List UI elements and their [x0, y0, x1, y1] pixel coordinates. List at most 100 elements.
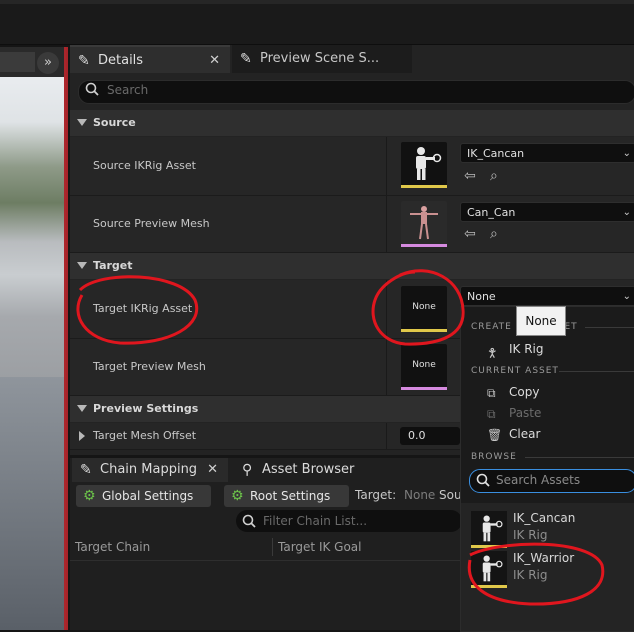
- collapse-triangle-icon[interactable]: [77, 119, 87, 126]
- chevron-down-icon: ⌄: [622, 291, 631, 302]
- close-icon[interactable]: ✕: [209, 47, 220, 75]
- target-ikrig-thumbnail[interactable]: None: [401, 286, 447, 332]
- close-icon[interactable]: ✕: [207, 458, 218, 482]
- asset-item-ik-cancan[interactable]: IK_Cancan IK Rig: [465, 509, 634, 549]
- row-divider: [386, 423, 387, 449]
- ikrig-figure-icon: [471, 511, 507, 548]
- asset-type-bar: [401, 244, 447, 247]
- search-assets-input[interactable]: Search Assets: [469, 469, 634, 493]
- preview-scene-icon: ✎: [240, 51, 252, 67]
- global-settings-button[interactable]: ⚙ Global Settings: [76, 485, 211, 507]
- create-ik-rig-item[interactable]: IK Rig: [509, 342, 544, 356]
- asset-type-bar: [471, 585, 507, 588]
- chevron-down-icon: ⌄: [622, 207, 631, 218]
- source-ikrig-combo[interactable]: IK_Cancan ⌄: [460, 143, 634, 163]
- asset-type-bar: [401, 185, 447, 188]
- details-pencil-icon: ✎: [78, 53, 90, 69]
- collapse-triangle-icon[interactable]: [77, 262, 87, 269]
- gear-icon: ⚙: [83, 488, 96, 504]
- tab-asset-browser[interactable]: ⚲ Asset Browser: [234, 458, 394, 482]
- find-asset-icon[interactable]: ⌕: [490, 168, 498, 184]
- find-asset-icon[interactable]: ⌕: [490, 226, 498, 242]
- search-icon: [242, 514, 256, 528]
- source-mesh-thumbnail[interactable]: [401, 201, 447, 247]
- browse-arrow-icon[interactable]: ⇦: [464, 226, 476, 242]
- clear-item[interactable]: Clear: [509, 427, 540, 441]
- target-mesh-thumbnail[interactable]: None: [401, 344, 447, 390]
- section-target[interactable]: Target: [70, 253, 634, 279]
- source-label-cut: Sou: [439, 488, 462, 502]
- target-ikrig-combo[interactable]: None ⌄: [460, 286, 634, 306]
- copy-item[interactable]: Copy: [509, 385, 539, 399]
- ikrig-figure-icon: 🯆: [487, 346, 498, 360]
- trash-icon: 🗑: [487, 428, 503, 442]
- search-assets-placeholder: Search Assets: [496, 473, 581, 487]
- source-mesh-label: Source Preview Mesh: [93, 217, 210, 230]
- asset-item-ik-warrior[interactable]: IK_Warrior IK Rig: [465, 549, 634, 589]
- root-settings-label: Root Settings: [250, 489, 331, 503]
- target-label: Target:: [355, 488, 397, 502]
- collapse-triangle-icon[interactable]: [77, 405, 87, 412]
- editor-top-toolbar: [0, 0, 634, 45]
- asset-name: IK_Cancan: [513, 511, 576, 525]
- asset-type-bar: [401, 329, 447, 332]
- target-mesh-offset-input[interactable]: 0.0: [400, 427, 460, 445]
- row-divider: [386, 280, 387, 338]
- viewport[interactable]: [0, 47, 66, 630]
- tab-details-label: Details: [98, 53, 144, 68]
- divider: [559, 371, 634, 372]
- asset-browser-icon: ⚲: [242, 462, 253, 478]
- target-ikrig-label: Target IKRig Asset: [93, 302, 193, 315]
- tooltip: None: [516, 306, 566, 336]
- asset-name: IK_Warrior: [513, 551, 575, 565]
- details-search-placeholder: Search: [107, 83, 149, 97]
- target-value: None: [404, 488, 436, 502]
- row-source-mesh: Source Preview Mesh Can_Can ⌄ ⇦ ⌕: [70, 196, 634, 253]
- asset-type: IK Rig: [513, 528, 548, 542]
- browse-arrow-icon[interactable]: ⇦: [464, 168, 476, 184]
- search-icon: [476, 473, 490, 487]
- details-search-input[interactable]: [78, 80, 634, 104]
- source-mesh-value: Can_Can: [467, 206, 516, 219]
- top-strip: [0, 0, 634, 4]
- expand-triangle-icon[interactable]: [79, 431, 85, 441]
- viewport-toolbar[interactable]: [0, 52, 35, 72]
- row-divider: [386, 137, 387, 195]
- divider: [525, 457, 634, 458]
- current-asset-header: CURRENT ASSET: [471, 366, 559, 376]
- asset-type-bar: [471, 545, 507, 548]
- viewport-scene: [0, 77, 64, 377]
- mesh-figure-icon: [410, 206, 438, 240]
- section-source[interactable]: Source: [70, 110, 634, 136]
- paste-icon: ⧉: [487, 407, 496, 421]
- global-settings-label: Global Settings: [102, 489, 194, 503]
- row-divider: [386, 339, 387, 395]
- asset-picker-dropdown: CREATE NEW ASSET 🯆 IK Rig CURRENT ASSET …: [460, 306, 634, 632]
- row-source-ikrig: Source IKRig Asset IK_Cancan ⌄ ⇦ ⌕: [70, 137, 634, 196]
- search-icon: [85, 82, 99, 96]
- target-ikrig-thumb-none: None: [412, 302, 436, 312]
- viewport-border: [64, 47, 68, 630]
- section-preview-settings-label: Preview Settings: [93, 402, 199, 415]
- divider: [585, 327, 634, 328]
- table-divider: [70, 560, 462, 561]
- ikrig-figure-icon: [416, 147, 442, 180]
- ikrig-figure-icon: [471, 551, 507, 588]
- source-ikrig-label: Source IKRig Asset: [93, 159, 196, 172]
- column-target-chain[interactable]: Target Chain: [75, 540, 150, 554]
- tab-chain-mapping[interactable]: ✎ Chain Mapping ✕: [72, 458, 228, 482]
- asset-type: IK Rig: [513, 568, 548, 582]
- asset-type-bar: [401, 387, 447, 390]
- source-ikrig-value: IK_Cancan: [467, 147, 525, 160]
- source-ikrig-thumbnail[interactable]: [401, 142, 447, 188]
- viewport-ground: [0, 377, 64, 630]
- root-settings-button[interactable]: ⚙ Root Settings: [224, 485, 349, 507]
- tab-chain-mapping-label: Chain Mapping: [100, 462, 198, 477]
- tab-details[interactable]: ✎ Details ✕: [70, 45, 230, 73]
- column-target-ik-goal[interactable]: Target IK Goal: [278, 540, 362, 554]
- tab-preview-scene[interactable]: ✎ Preview Scene S...: [232, 45, 412, 73]
- row-divider: [386, 196, 387, 252]
- expand-chevron-icon[interactable]: »: [37, 52, 59, 74]
- target-mesh-label: Target Preview Mesh: [93, 360, 206, 373]
- source-mesh-combo[interactable]: Can_Can ⌄: [460, 202, 634, 222]
